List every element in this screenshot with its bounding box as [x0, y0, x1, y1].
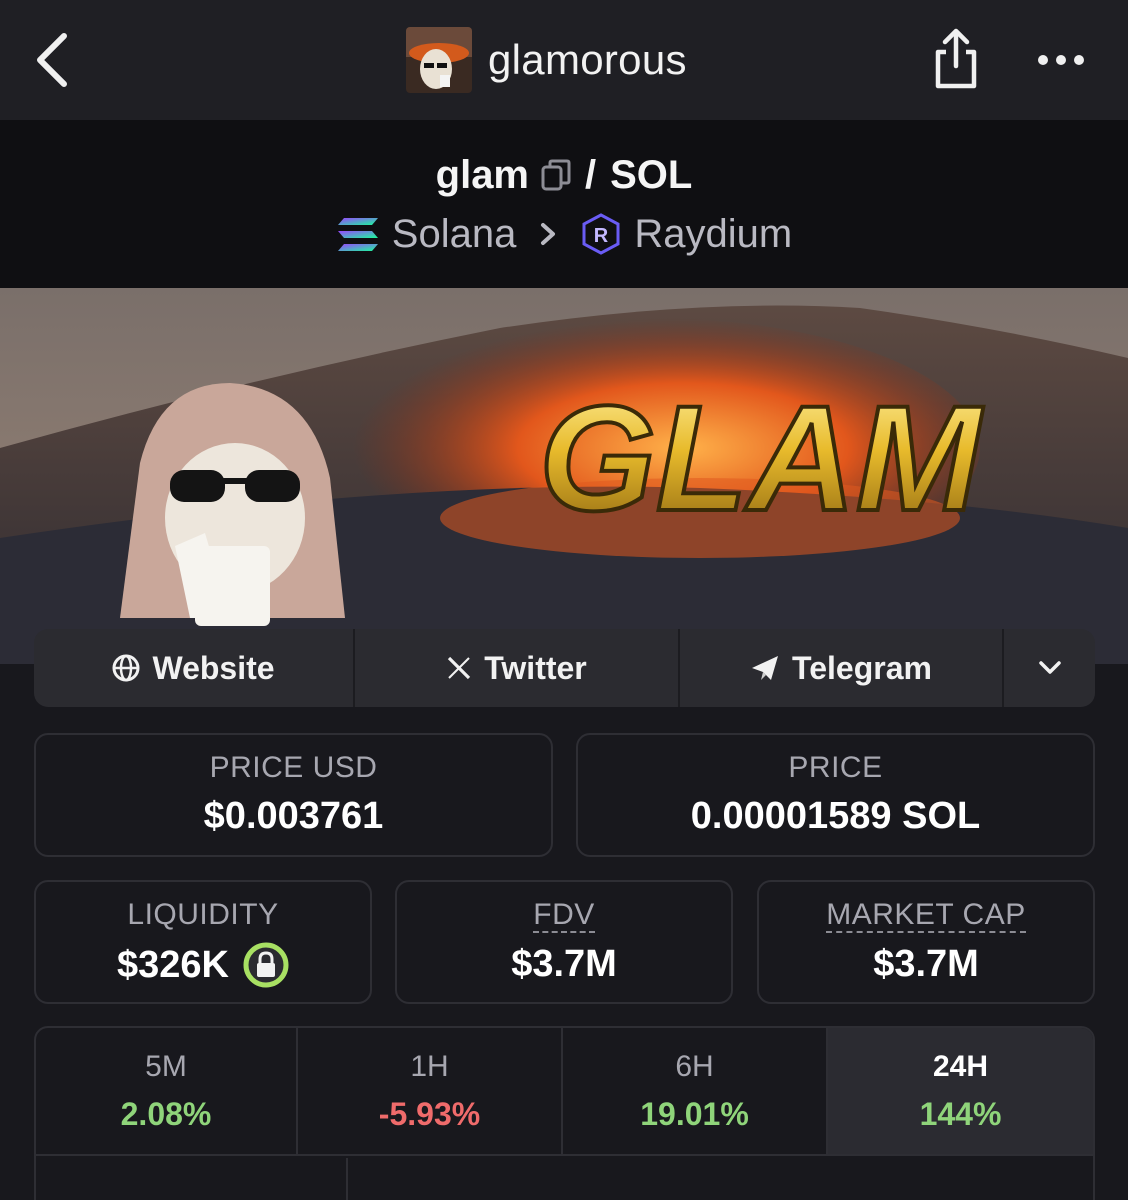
tab-1h-label: 1H — [410, 1050, 449, 1083]
solana-icon — [337, 218, 378, 251]
token-avatar — [406, 27, 472, 93]
token-banner: GLAM — [0, 288, 1128, 664]
more-links-dropdown[interactable] — [1004, 629, 1095, 707]
website-link-button[interactable]: Website — [34, 629, 355, 707]
price-change-tabs: 5M 2.08% 1H -5.93% 6H 19.01% 24H 144% — [34, 1026, 1095, 1200]
price-native-card: PRICE 0.00001589 SOL — [576, 733, 1095, 857]
svg-text:R: R — [594, 225, 609, 247]
more-options-icon[interactable] — [1036, 50, 1086, 70]
telegram-link-button[interactable]: Telegram — [680, 629, 1004, 707]
price-usd-label: PRICE USD — [209, 751, 378, 784]
chevron-right-icon — [541, 223, 556, 245]
chevron-down-icon — [1038, 661, 1061, 674]
tab-6h-change: 19.01% — [640, 1096, 749, 1132]
social-links-bar: Website Twitter Telegram — [34, 629, 1095, 707]
share-icon[interactable] — [930, 26, 982, 94]
tab-5m[interactable]: 5M 2.08% — [36, 1028, 298, 1154]
pair-title: glam / SOL — [0, 150, 1128, 200]
tab-5m-change: 2.08% — [120, 1096, 212, 1132]
price-usd-value: $0.003761 — [203, 795, 384, 837]
banner-logo-text: GLAM — [539, 374, 984, 542]
tab-6h[interactable]: 6H 19.01% — [563, 1028, 828, 1154]
nav-title-group: glamorous — [406, 27, 687, 93]
base-token-symbol: glam — [435, 152, 529, 197]
quote-token-symbol: SOL — [610, 152, 693, 197]
website-link-label: Website — [152, 649, 275, 686]
pair-separator: / — [585, 152, 597, 197]
x-logo-icon — [448, 656, 471, 680]
telegram-link-label: Telegram — [792, 649, 932, 686]
copy-icon[interactable] — [541, 159, 571, 191]
fdv-card: FDV $3.7M — [395, 880, 733, 1004]
price-native-value: 0.00001589 SOL — [690, 795, 981, 837]
market-cap-card: MARKET CAP $3.7M — [757, 880, 1095, 1004]
top-nav-bar: glamorous — [0, 0, 1128, 120]
price-native-label: PRICE — [788, 751, 883, 784]
tab-24h-label: 24H — [932, 1050, 989, 1083]
chain-name[interactable]: Solana — [392, 212, 517, 257]
fdv-label[interactable]: FDV — [533, 899, 595, 933]
globe-icon — [112, 654, 140, 682]
liquidity-value: $326K — [117, 943, 229, 986]
back-chevron-icon[interactable] — [30, 28, 80, 92]
market-cap-label[interactable]: MARKET CAP — [826, 899, 1026, 933]
liquidity-card: LIQUIDITY $326K — [34, 880, 372, 1004]
tab-6h-label: 6H — [675, 1050, 714, 1083]
tab-1h[interactable]: 1H -5.93% — [298, 1028, 563, 1154]
raydium-icon: R — [582, 213, 620, 255]
dex-name[interactable]: Raydium — [634, 212, 792, 257]
price-usd-card: PRICE USD $0.003761 — [34, 733, 553, 857]
chain-breadcrumb: Solana R Raydium — [0, 208, 1128, 260]
tab-24h[interactable]: 24H 144% — [828, 1028, 1093, 1154]
telegram-icon — [752, 656, 779, 680]
nav-title: glamorous — [488, 36, 687, 83]
twitter-link-button[interactable]: Twitter — [355, 629, 680, 707]
tab-24h-change: 144% — [919, 1096, 1002, 1132]
pair-header: glam / SOL Solana R Raydium — [0, 120, 1128, 288]
stats-subrow-divider — [346, 1158, 348, 1200]
twitter-link-label: Twitter — [484, 649, 587, 686]
liquidity-lock-icon[interactable] — [243, 942, 289, 988]
fdv-value: $3.7M — [511, 942, 617, 985]
liquidity-label: LIQUIDITY — [127, 898, 279, 931]
tab-1h-change: -5.93% — [378, 1096, 481, 1132]
market-cap-value: $3.7M — [873, 942, 979, 985]
tab-5m-label: 5M — [145, 1050, 187, 1083]
